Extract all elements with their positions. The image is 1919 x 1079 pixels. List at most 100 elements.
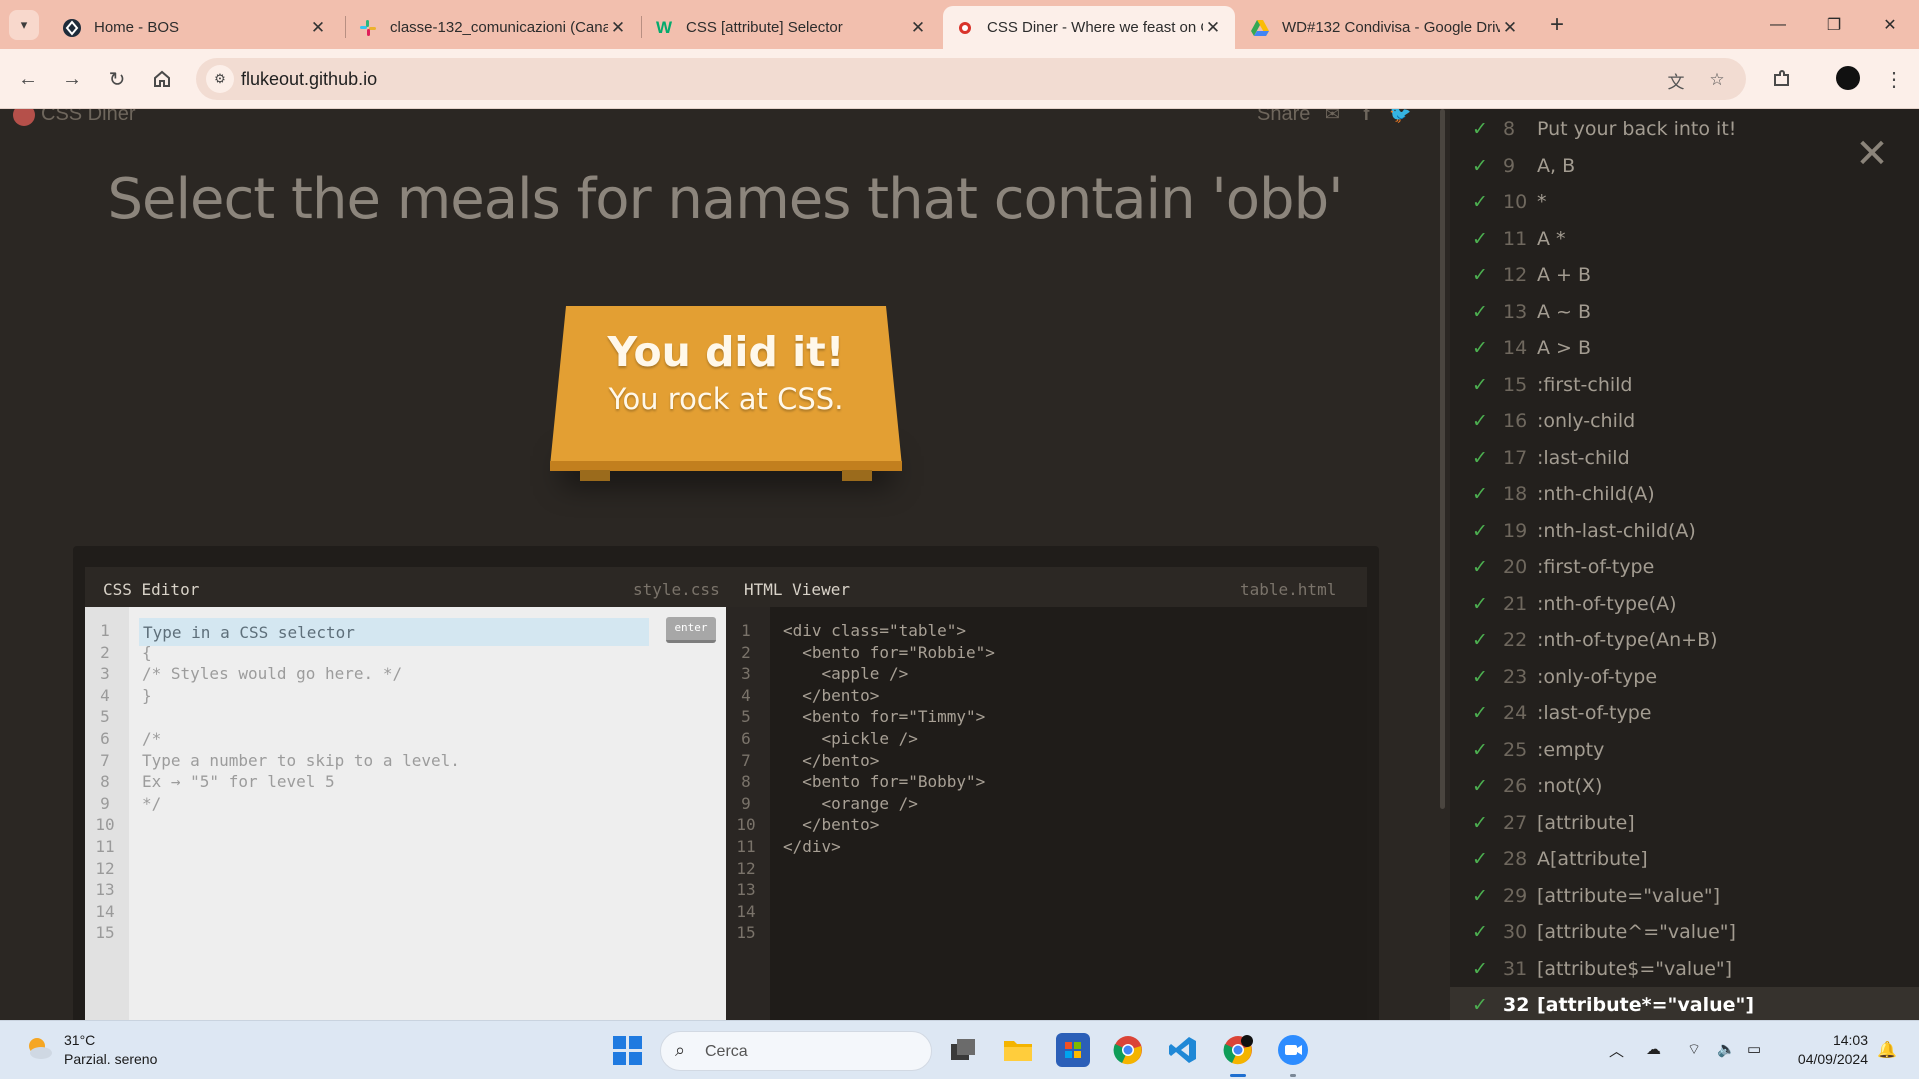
html-line-numbers: 1 2 3 4 5 6 7 8 9 10 11 12 13 14 15 [726, 607, 770, 1020]
notification-bell-icon[interactable]: 🔔 [1877, 1040, 1897, 1060]
reload-button[interactable]: ↻ [101, 63, 133, 95]
task-view-icon[interactable] [946, 1033, 980, 1067]
editor-container: CSS Editor style.css HTML Viewer table.h… [73, 546, 1379, 1020]
tab-classe-132[interactable]: classe-132_comunicazioni (Canale) ✕ [346, 6, 640, 49]
level-item[interactable]: ✓ 32 [attribute*="value"] [1450, 987, 1919, 1020]
level-label: A * [1537, 227, 1566, 250]
checkmark-icon: ✓ [1472, 994, 1488, 1016]
level-label: :first-of-type [1537, 556, 1655, 578]
code-line: </bento> [783, 815, 880, 835]
level-item[interactable]: ✓ 17:last-child [1450, 440, 1919, 476]
chrome-profile-icon[interactable] [1221, 1033, 1255, 1067]
level-item[interactable]: ✓ 11 A * [1450, 221, 1919, 257]
tab-home-bos[interactable]: Home - BOS ✕ [50, 6, 340, 49]
level-item[interactable]: ✓ 24:last-of-type [1450, 695, 1919, 731]
level-item[interactable]: ✓ 9 A, B [1450, 148, 1919, 184]
css-diner-icon [955, 18, 975, 38]
clock-date[interactable]: 04/09/2024 [1760, 1051, 1868, 1067]
twitter-icon[interactable]: 🐦 [1388, 109, 1412, 125]
microsoft-store-icon[interactable] [1056, 1033, 1090, 1067]
line-number: 4 [100, 685, 110, 705]
level-item[interactable]: ✓ 26:not(X) [1450, 768, 1919, 804]
facebook-icon[interactable]: f [1354, 109, 1378, 125]
minimize-button[interactable]: — [1750, 0, 1806, 49]
tab-search-button[interactable]: ▾ [9, 10, 39, 40]
level-number: 19 [1503, 519, 1528, 542]
email-icon[interactable]: ✉ [1320, 109, 1344, 125]
chrome-icon[interactable] [1111, 1033, 1145, 1067]
address-bar[interactable]: ⚙ flukeout.github.io 文 ☆ [196, 58, 1746, 100]
level-item[interactable]: ✓ 25:empty [1450, 732, 1919, 768]
level-item[interactable]: ✓ 28 A[attribute] [1450, 841, 1919, 877]
close-icon[interactable]: ✕ [908, 18, 928, 38]
code-line: /* Styles would go here. */ [142, 664, 403, 684]
level-instruction: Select the meals for names that contain … [107, 167, 1343, 232]
weather-description: Parzial. sereno [64, 1051, 158, 1067]
level-item[interactable]: ✓ 10 * [1450, 184, 1919, 220]
level-item[interactable]: ✓ 14 A > B [1450, 330, 1919, 366]
close-icon[interactable]: ✕ [1203, 18, 1223, 38]
close-icon[interactable]: ✕ [608, 18, 628, 38]
home-button[interactable] [146, 63, 178, 95]
weather-temperature: 31°C [64, 1032, 96, 1048]
level-item[interactable]: ✓ 21:nth-of-type(A) [1450, 586, 1919, 622]
level-label: :nth-of-type(An+B) [1537, 629, 1718, 651]
extensions-button[interactable] [1766, 63, 1798, 95]
close-icon[interactable]: ✕ [308, 18, 328, 38]
bookmark-star-icon[interactable]: ☆ [1704, 67, 1730, 93]
restore-button[interactable]: ❐ [1806, 0, 1862, 49]
level-item[interactable]: ✓ 20:first-of-type [1450, 549, 1919, 585]
zoom-icon[interactable] [1276, 1033, 1310, 1067]
level-item[interactable]: ✓ 19:nth-last-child(A) [1450, 513, 1919, 549]
level-item[interactable]: ✓ 16:only-child [1450, 403, 1919, 439]
volume-icon[interactable]: 🔈 [1717, 1040, 1736, 1058]
taskbar-search-placeholder: Cerca [705, 1043, 748, 1060]
onedrive-icon[interactable]: ☁ [1646, 1040, 1661, 1058]
forward-button[interactable]: → [56, 63, 88, 95]
back-button[interactable]: ← [12, 63, 44, 95]
close-icon[interactable]: ✕ [1500, 18, 1520, 38]
checkmark-icon: ✓ [1472, 702, 1488, 724]
css-selector-input[interactable] [139, 618, 649, 646]
level-item[interactable]: ✓ 31 [attribute$="value"] [1450, 951, 1919, 987]
clock-time[interactable]: 14:03 [1760, 1032, 1868, 1048]
level-item[interactable]: ✓ 29 [attribute="value"] [1450, 878, 1919, 914]
close-level-menu-button[interactable]: ✕ [1855, 134, 1889, 174]
level-number: 21 [1503, 592, 1528, 615]
level-item[interactable]: ✓ 23:only-of-type [1450, 659, 1919, 695]
level-item[interactable]: ✓ 18:nth-child(A) [1450, 476, 1919, 512]
tab-css-attribute-selector[interactable]: W CSS [attribute] Selector ✕ [642, 6, 940, 49]
new-tab-button[interactable]: + [1542, 10, 1572, 40]
weather-partly-sunny-icon[interactable] [24, 1035, 54, 1061]
level-item[interactable]: ✓ 27 [attribute] [1450, 805, 1919, 841]
translate-icon[interactable]: 文 [1663, 67, 1689, 93]
search-icon: ⌕ [675, 1040, 686, 1060]
start-button[interactable] [613, 1036, 642, 1065]
menu-button[interactable]: ⋮ [1878, 63, 1910, 95]
css-editor-header: CSS Editor style.css [85, 567, 726, 607]
level-label: :empty [1537, 738, 1605, 761]
site-info-icon[interactable]: ⚙ [206, 65, 234, 93]
close-window-button[interactable]: ✕ [1862, 0, 1918, 49]
checkmark-icon: ✓ [1472, 154, 1488, 177]
file-explorer-icon[interactable] [1001, 1033, 1035, 1067]
page-scrollbar-thumb[interactable] [1440, 109, 1445, 809]
profile-avatar[interactable] [1836, 66, 1860, 90]
checkmark-icon: ✓ [1472, 373, 1488, 396]
level-item[interactable]: ✓ 8 Put your back into it! [1450, 111, 1919, 147]
tab-google-drive[interactable]: WD#132 Condivisa - Google Drive ✕ [1238, 6, 1532, 49]
vscode-icon[interactable] [1166, 1033, 1200, 1067]
wifi-icon[interactable]: ⌔ [1687, 1040, 1701, 1059]
level-item[interactable]: ✓ 12 A + B [1450, 257, 1919, 293]
enter-button[interactable]: enter [666, 617, 716, 643]
level-item[interactable]: ✓ 13 A ~ B [1450, 294, 1919, 330]
tab-css-diner[interactable]: CSS Diner - Where we feast on CSS Select… [943, 6, 1235, 49]
level-item[interactable]: ✓ 22:nth-of-type(An+B) [1450, 622, 1919, 658]
site-logo[interactable]: CSS Diner [13, 109, 135, 126]
checkmark-icon: ✓ [1472, 483, 1488, 505]
chevron-up-icon[interactable]: ︿ [1609, 1040, 1624, 1061]
level-item[interactable]: ✓ 15:first-child [1450, 367, 1919, 403]
level-item[interactable]: ✓ 30 [attribute^="value"] [1450, 914, 1919, 950]
taskbar-search[interactable]: ⌕ Cerca [660, 1031, 932, 1071]
share-label: Share [1257, 109, 1311, 125]
